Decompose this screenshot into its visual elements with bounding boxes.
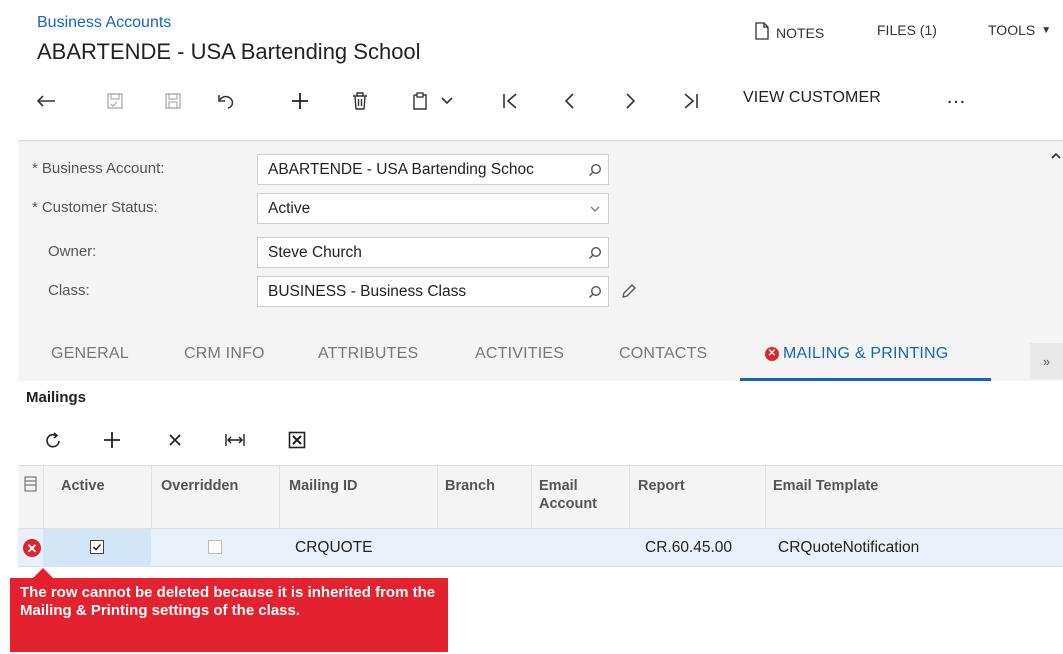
error-icon: ✕ xyxy=(765,347,779,361)
column-header-email-account-line2: Account xyxy=(539,496,597,512)
active-checkbox[interactable] xyxy=(90,540,104,554)
column-header-email-account-line1: Email xyxy=(539,478,578,494)
business-account-label: * Business Account: xyxy=(32,160,164,177)
customer-status-label: * Customer Status: xyxy=(32,199,158,216)
tab-attributes[interactable]: ATTRIBUTES xyxy=(318,345,418,363)
overridden-checkbox[interactable] xyxy=(208,540,222,554)
tab-mailing-printing-label: MAILING & PRINTING xyxy=(783,345,949,362)
customer-status-label-text: Customer Status: xyxy=(41,199,158,216)
column-header-active[interactable]: Active xyxy=(61,477,105,495)
export-excel-icon[interactable] xyxy=(282,426,312,454)
back-arrow-icon[interactable] xyxy=(32,86,60,116)
column-separator xyxy=(437,465,438,529)
checkmark-icon xyxy=(92,543,102,551)
save-and-close-icon[interactable] xyxy=(100,86,130,116)
add-icon[interactable] xyxy=(285,86,315,116)
owner-label: Owner: xyxy=(48,243,97,260)
tab-crm-info[interactable]: CRM INFO xyxy=(184,345,265,363)
last-record-icon[interactable] xyxy=(676,86,706,116)
collapse-icon[interactable] xyxy=(1050,148,1062,166)
active-tab-indicator xyxy=(740,378,991,381)
add-row-icon[interactable] xyxy=(98,426,126,454)
column-header-email-template[interactable]: Email Template xyxy=(773,477,878,495)
caret-down-icon: ▼ xyxy=(1041,24,1052,36)
column-separator xyxy=(151,465,152,529)
page-title: ABARTENDE - USA Bartending School xyxy=(37,39,421,64)
tab-contacts[interactable]: CONTACTS xyxy=(619,345,707,363)
delete-icon[interactable] xyxy=(345,86,375,116)
column-separator xyxy=(765,465,766,529)
document-icon xyxy=(754,22,770,43)
column-separator xyxy=(531,465,532,529)
search-icon[interactable] xyxy=(582,285,608,299)
section-title: Mailings xyxy=(26,389,87,406)
fit-columns-icon[interactable] xyxy=(220,426,250,454)
column-separator xyxy=(629,465,630,529)
column-header-branch[interactable]: Branch xyxy=(445,477,495,495)
mailing-id-cell[interactable]: CRQUOTE xyxy=(295,539,373,557)
files-label: FILES (1) xyxy=(877,22,937,38)
previous-record-icon[interactable] xyxy=(554,86,584,116)
class-value: BUSINESS - Business Class xyxy=(268,282,467,300)
email-template-cell[interactable]: CRQuoteNotification xyxy=(778,539,919,557)
chevron-down-icon[interactable] xyxy=(582,205,608,213)
notes-button[interactable]: NOTES xyxy=(754,22,824,43)
class-label: Class: xyxy=(48,282,90,299)
refresh-icon[interactable] xyxy=(40,426,68,454)
more-icon[interactable]: … xyxy=(946,86,966,109)
copy-paste-icon[interactable] xyxy=(408,86,458,116)
tools-label: TOOLS xyxy=(988,22,1036,38)
breadcrumb[interactable]: Business Accounts xyxy=(37,14,171,32)
first-record-icon[interactable] xyxy=(495,86,525,116)
column-chooser-icon[interactable] xyxy=(24,476,37,497)
tabs-scroll-right-icon[interactable]: » xyxy=(1030,343,1063,379)
notes-label: NOTES xyxy=(776,24,825,41)
column-header-report[interactable]: Report xyxy=(638,477,685,495)
class-field[interactable]: BUSINESS - Business Class xyxy=(257,276,609,307)
tab-activities[interactable]: ACTIVITIES xyxy=(475,345,564,363)
column-separator xyxy=(279,465,280,529)
tab-mailing-printing[interactable]: ✕ MAILING & PRINTING xyxy=(765,345,948,363)
chevron-down-icon xyxy=(441,97,453,105)
customer-status-select[interactable]: Active xyxy=(257,193,609,224)
business-account-value: ABARTENDE - USA Bartending Schoc xyxy=(268,160,534,178)
column-header-mailing-id[interactable]: Mailing ID xyxy=(289,477,357,495)
undo-icon[interactable] xyxy=(211,86,241,116)
search-icon[interactable] xyxy=(582,246,608,260)
owner-value: Steve Church xyxy=(268,243,362,261)
business-account-label-text: Business Account: xyxy=(41,160,165,177)
tab-general[interactable]: GENERAL xyxy=(51,345,129,363)
customer-status-value: Active xyxy=(268,199,311,217)
row-error-icon[interactable]: ✕ xyxy=(23,539,41,557)
business-account-field[interactable]: ABARTENDE - USA Bartending Schoc xyxy=(257,154,609,185)
tools-menu[interactable]: TOOLS ▼ xyxy=(988,22,1051,38)
next-record-icon[interactable] xyxy=(616,86,646,116)
column-header-overridden[interactable]: Overridden xyxy=(161,477,238,495)
column-separator xyxy=(43,465,44,529)
error-tooltip: The row cannot be deleted because it is … xyxy=(10,578,448,652)
delete-row-icon[interactable] xyxy=(161,426,189,454)
save-icon[interactable] xyxy=(158,86,188,116)
search-icon[interactable] xyxy=(582,163,608,177)
owner-field[interactable]: Steve Church xyxy=(257,237,609,268)
view-customer-button[interactable]: VIEW CUSTOMER xyxy=(743,89,881,107)
required-marker: * xyxy=(32,160,38,177)
report-cell[interactable]: CR.60.45.00 xyxy=(645,539,732,557)
required-marker: * xyxy=(32,199,38,216)
column-header-email-account[interactable]: Email Account xyxy=(539,477,623,513)
files-button[interactable]: FILES (1) xyxy=(877,22,937,38)
edit-pencil-icon[interactable] xyxy=(620,282,638,305)
